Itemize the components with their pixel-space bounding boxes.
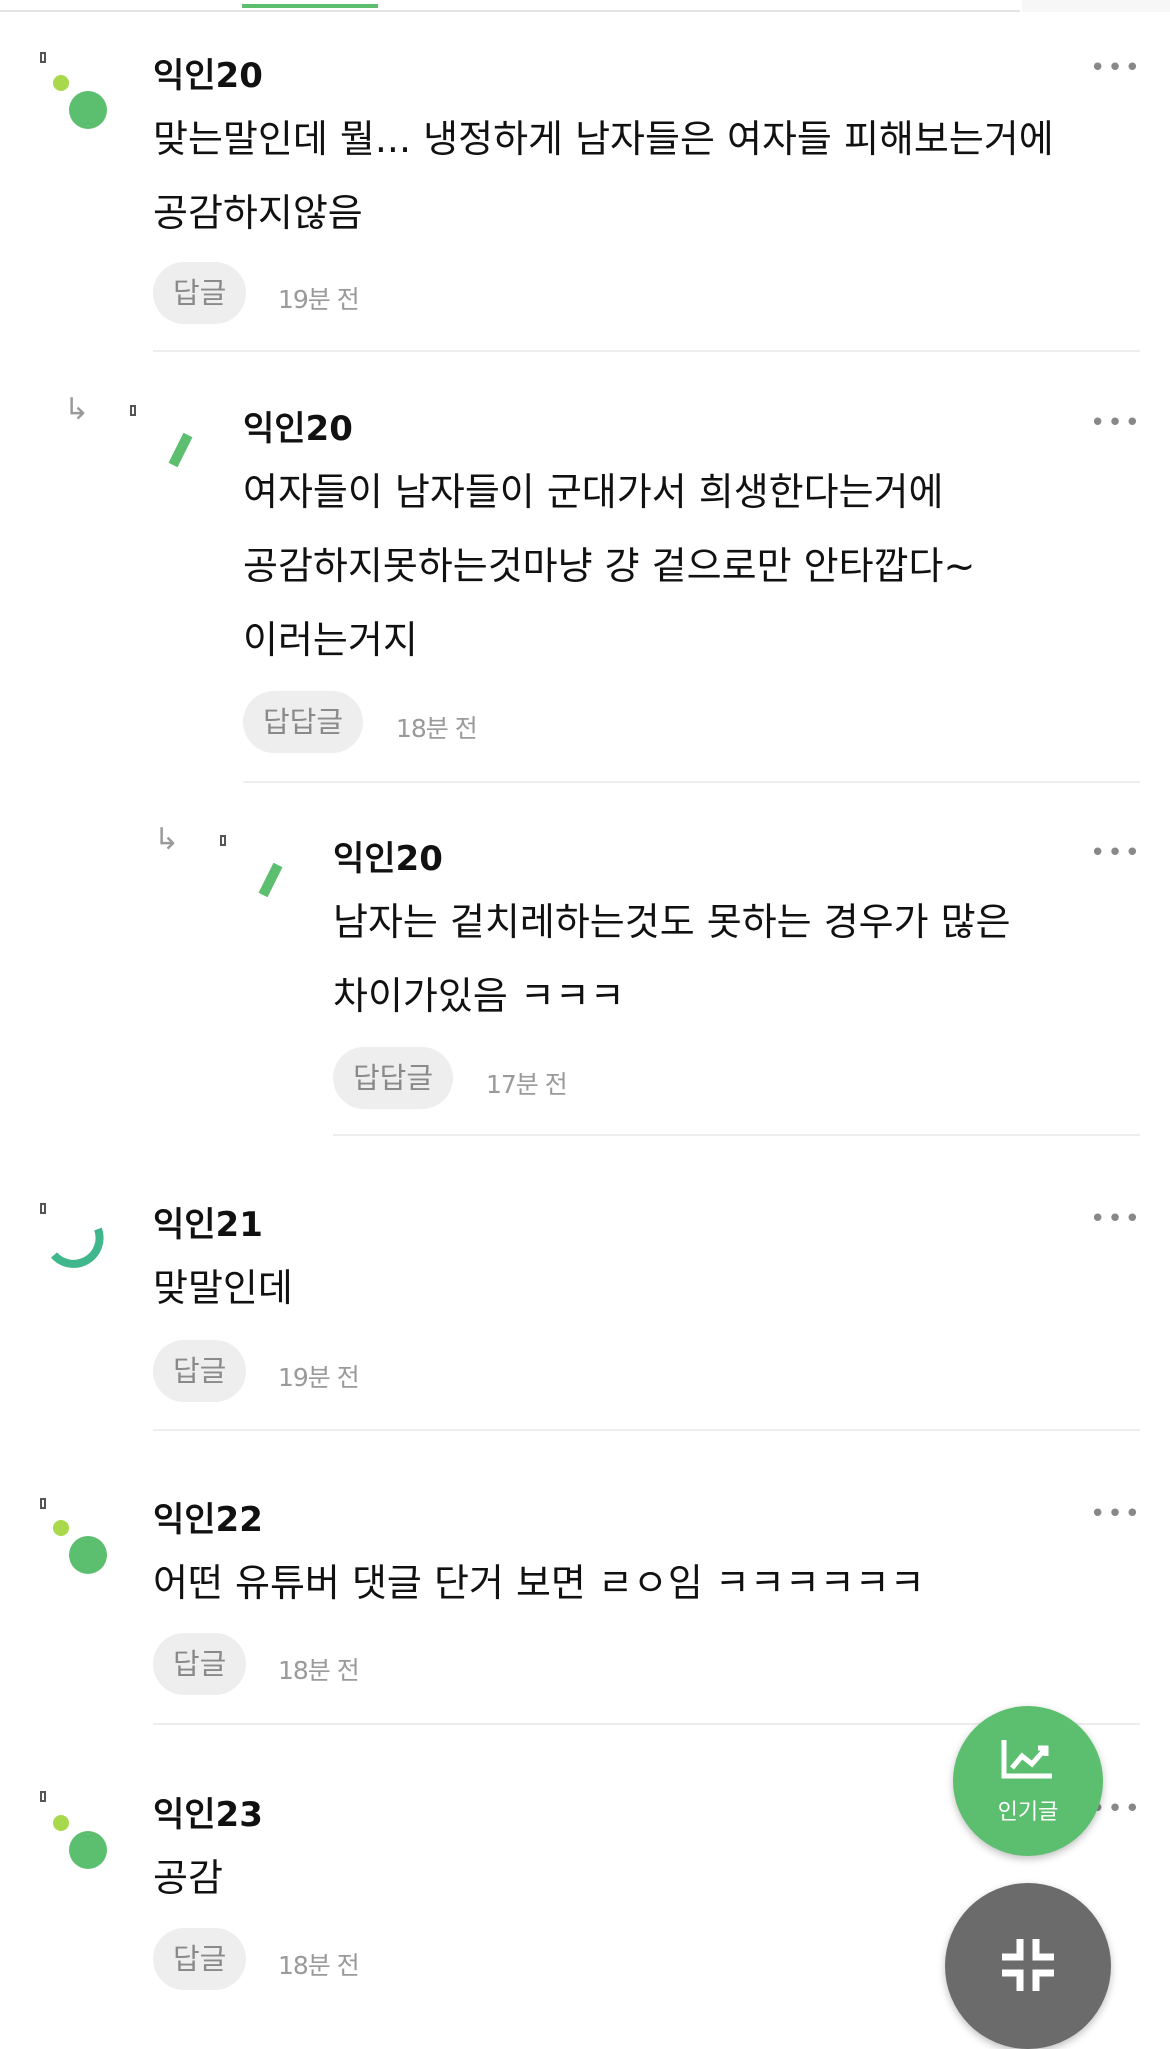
comment-author: 익인20 bbox=[333, 839, 443, 879]
comment-author: 익인22 bbox=[153, 1500, 263, 1540]
top-bar-right bbox=[1022, 0, 1170, 12]
reply-button[interactable]: 답글 bbox=[153, 1633, 247, 1695]
avatar bbox=[53, 75, 107, 129]
tag-icon bbox=[130, 405, 136, 416]
comment-time: 18분 전 bbox=[278, 1951, 360, 1980]
comment-time: 18분 전 bbox=[278, 1656, 360, 1685]
reply-arrow-icon: ↳ bbox=[154, 822, 180, 857]
comment-author: 익인23 bbox=[153, 1795, 263, 1835]
comment-time: 18분 전 bbox=[396, 714, 478, 743]
comment-author: 익인20 bbox=[243, 409, 353, 449]
comment: 익인22 ••• 어떤 유튜버 댓글 단거 보면 ㄹㅇ임 ㅋㅋㅋㅋㅋㅋ 답글 1… bbox=[0, 1490, 1170, 1730]
trending-chart-icon bbox=[1001, 1740, 1052, 1779]
comment-author: 익인20 bbox=[153, 56, 263, 96]
comment-text: 맞말인데 bbox=[153, 1266, 293, 1310]
tag-icon bbox=[40, 1791, 46, 1802]
avatar bbox=[50, 1227, 104, 1268]
divider bbox=[153, 1429, 1140, 1431]
reply-button[interactable]: 답답글 bbox=[333, 1047, 454, 1109]
comment-text: 여자들이 남자들이 군대가서 희생한다는거에 공감하지못하는것마냥 걍 겉으로만… bbox=[243, 470, 976, 662]
reply-button[interactable]: 답답글 bbox=[243, 691, 364, 753]
comment-author: 익인21 bbox=[153, 1205, 263, 1245]
avatar bbox=[168, 432, 193, 468]
avatar bbox=[258, 862, 283, 898]
tag-icon bbox=[40, 1203, 46, 1214]
avatar bbox=[53, 1520, 107, 1574]
comment-time: 19분 전 bbox=[278, 285, 360, 314]
collapse-icon bbox=[1002, 1939, 1054, 1991]
reply-button[interactable]: 답글 bbox=[153, 1928, 247, 1990]
comment-time: 17분 전 bbox=[486, 1070, 568, 1099]
more-options-icon[interactable]: ••• bbox=[1090, 840, 1142, 866]
reply-button[interactable]: 답글 bbox=[153, 262, 247, 324]
divider bbox=[333, 1134, 1140, 1136]
top-tab-bar bbox=[0, 0, 1020, 12]
tag-icon bbox=[40, 52, 46, 63]
collapse-button[interactable] bbox=[945, 1883, 1111, 2049]
reply-button[interactable]: 답글 bbox=[153, 1340, 247, 1402]
more-options-icon[interactable]: ••• bbox=[1090, 410, 1142, 436]
comment-time: 19분 전 bbox=[278, 1363, 360, 1392]
reply-arrow-icon: ↳ bbox=[64, 392, 90, 427]
divider bbox=[243, 781, 1140, 783]
more-options-icon[interactable]: ••• bbox=[1090, 55, 1142, 81]
reply-comment: ↳ 익인20 ••• 남자는 겉치레하는것도 못하는 경우가 많은 차이가있음 … bbox=[0, 825, 1170, 1145]
popular-posts-label: 인기글 bbox=[997, 1800, 1059, 1825]
active-tab-indicator bbox=[242, 4, 378, 8]
tag-icon bbox=[220, 835, 226, 846]
comment: 익인20 ••• 맞는말인데 뭘... 냉정하게 남자들은 여자들 피해보는거에… bbox=[0, 40, 1170, 360]
tag-icon bbox=[40, 1498, 46, 1509]
comment-text: 어떤 유튜버 댓글 단거 보면 ㄹㅇ임 ㅋㅋㅋㅋㅋㅋ bbox=[153, 1561, 925, 1605]
comment-text: 남자는 겉치레하는것도 못하는 경우가 많은 차이가있음 ㅋㅋㅋ bbox=[333, 900, 1011, 1018]
popular-posts-button[interactable]: 인기글 bbox=[953, 1706, 1103, 1856]
more-options-icon[interactable]: ••• bbox=[1090, 1501, 1142, 1527]
divider bbox=[153, 350, 1140, 352]
avatar bbox=[53, 1815, 107, 1869]
comment-text: 맞는말인데 뭘... 냉정하게 남자들은 여자들 피해보는거에 공감하지않음 bbox=[153, 117, 1054, 235]
more-options-icon[interactable]: ••• bbox=[1090, 1206, 1142, 1232]
comment: 익인21 ••• 맞말인데 답글 19분 전 bbox=[0, 1195, 1170, 1435]
reply-comment: ↳ 익인20 ••• 여자들이 남자들이 군대가서 희생한다는거에 공감하지못하… bbox=[0, 395, 1170, 795]
